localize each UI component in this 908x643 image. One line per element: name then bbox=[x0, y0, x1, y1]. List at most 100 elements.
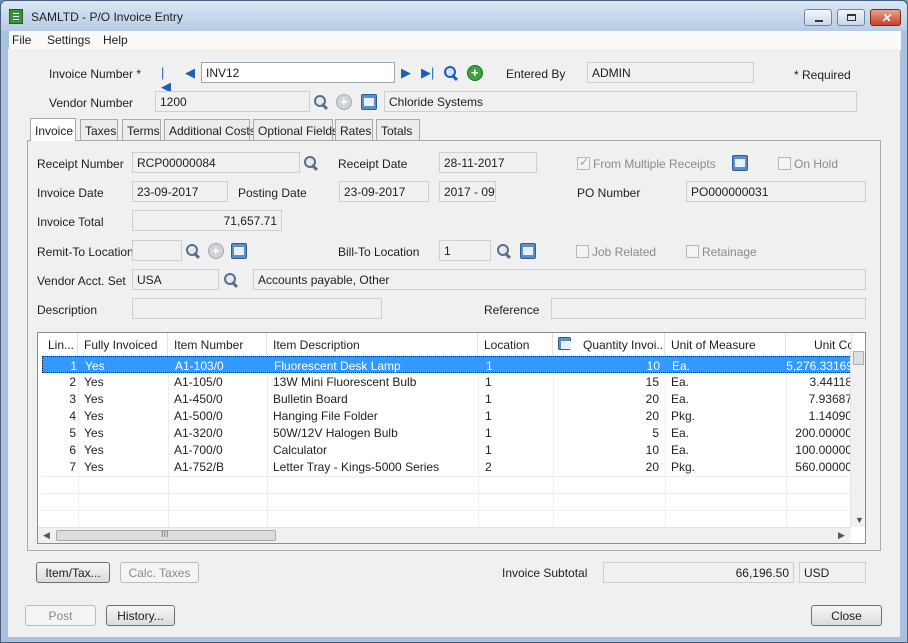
cell-qty[interactable]: 15 bbox=[559, 375, 659, 389]
menu-settings[interactable]: Settings bbox=[47, 33, 90, 47]
cell-desc[interactable]: Letter Tray - Kings-5000 Series bbox=[273, 460, 478, 474]
cell-item[interactable]: A1-700/0 bbox=[174, 443, 269, 457]
cell-loc[interactable]: 1 bbox=[485, 426, 555, 440]
invoice-number-input[interactable]: INV12 bbox=[201, 62, 395, 83]
bill-to-finder-icon[interactable] bbox=[496, 243, 512, 259]
cell-desc[interactable]: 13W Mini Fluorescent Bulb bbox=[273, 375, 478, 389]
cell-uom[interactable]: Ea. bbox=[671, 375, 786, 389]
cell-desc[interactable]: Fluorescent Desk Lamp bbox=[274, 359, 479, 373]
cell-uom[interactable]: Pkg. bbox=[671, 460, 786, 474]
col-header-item-description[interactable]: Item Description bbox=[267, 333, 478, 356]
retainage-checkbox[interactable] bbox=[686, 245, 699, 258]
vendor-drilldown-icon[interactable] bbox=[361, 94, 377, 110]
cell-qty[interactable]: 5 bbox=[559, 426, 659, 440]
cell-loc[interactable]: 2 bbox=[485, 460, 555, 474]
cell-loc[interactable]: 1 bbox=[485, 392, 555, 406]
cell-cost[interactable]: 100.00000 bbox=[782, 443, 852, 457]
tab-additional-costs[interactable]: Additional Costs bbox=[164, 119, 256, 141]
quantity-column-icon[interactable] bbox=[558, 337, 571, 350]
receipts-drilldown-icon[interactable] bbox=[732, 155, 748, 171]
vertical-scrollbar[interactable]: ▼ bbox=[850, 351, 865, 527]
tab-taxes[interactable]: Taxes bbox=[80, 119, 118, 141]
tab-rates[interactable]: Rates bbox=[335, 119, 373, 141]
table-row[interactable]: 1 Yes A1-103/0 Fluorescent Desk Lamp 1 10 Ea. 5… bbox=[42, 356, 853, 373]
menu-help[interactable]: Help bbox=[103, 33, 128, 47]
previous-record-icon[interactable]: ◀ bbox=[185, 66, 195, 80]
vertical-scroll-thumb[interactable] bbox=[853, 351, 864, 365]
item-tax-button[interactable]: Item/Tax... bbox=[36, 562, 110, 583]
cell-cost[interactable]: 3.44118 bbox=[782, 375, 853, 389]
col-header-unit-of-measure[interactable]: Unit of Measure bbox=[665, 333, 786, 356]
job-related-checkbox[interactable] bbox=[576, 245, 589, 258]
tab-totals[interactable]: Totals bbox=[376, 119, 420, 141]
remit-to-finder-icon[interactable] bbox=[185, 243, 201, 259]
cell-loc[interactable]: 1 bbox=[485, 443, 555, 457]
cell-item[interactable]: A1-450/0 bbox=[174, 392, 269, 406]
post-button[interactable]: Post bbox=[25, 605, 96, 626]
cell-qty[interactable]: 20 bbox=[559, 460, 659, 474]
cell-uom[interactable]: Pkg. bbox=[671, 409, 786, 423]
menu-file[interactable]: File bbox=[12, 33, 31, 47]
close-button[interactable]: Close bbox=[811, 605, 882, 626]
cell-line[interactable]: 2 bbox=[42, 375, 76, 389]
cell-uom[interactable]: Ea. bbox=[671, 426, 786, 440]
cell-item[interactable]: A1-103/0 bbox=[175, 359, 270, 373]
cell-line[interactable]: 5 bbox=[42, 426, 76, 440]
cell-fully[interactable]: Yes bbox=[84, 409, 170, 423]
cell-qty[interactable]: 10 bbox=[559, 443, 659, 457]
scroll-right-icon[interactable]: ▶ bbox=[838, 530, 845, 541]
bill-to-drilldown-icon[interactable] bbox=[520, 243, 536, 259]
cell-cost[interactable]: 560.00000 bbox=[782, 460, 852, 474]
cell-item[interactable]: A1-320/0 bbox=[174, 426, 269, 440]
cell-cost[interactable]: 1.14090 bbox=[782, 409, 852, 423]
cell-fully[interactable]: Yes bbox=[84, 375, 170, 389]
scroll-down-icon[interactable]: ▼ bbox=[855, 515, 864, 525]
cell-line[interactable]: 3 bbox=[42, 392, 76, 406]
horizontal-scroll-thumb[interactable]: III bbox=[56, 529, 276, 541]
table-row[interactable]: 5 Yes A1-320/0 50W/12V Halogen Bulb 1 5 Ea. 200… bbox=[42, 424, 852, 441]
on-hold-checkbox[interactable] bbox=[778, 157, 791, 170]
new-remit-to-icon[interactable] bbox=[208, 243, 224, 259]
maximize-button[interactable] bbox=[837, 9, 865, 26]
cell-loc[interactable]: 1 bbox=[485, 409, 555, 423]
cell-uom[interactable]: Ea. bbox=[671, 443, 786, 457]
cell-item[interactable]: A1-500/0 bbox=[174, 409, 269, 423]
cell-line[interactable]: 1 bbox=[43, 359, 77, 373]
calc-taxes-button[interactable]: Calc. Taxes bbox=[120, 562, 199, 583]
detail-lines-grid[interactable]: Lin... Fully Invoiced Item Number Item D… bbox=[37, 332, 866, 544]
new-invoice-icon[interactable] bbox=[467, 65, 483, 81]
cell-item[interactable]: A1-752/B bbox=[174, 460, 269, 474]
cell-line[interactable]: 4 bbox=[42, 409, 76, 423]
from-multiple-receipts-checkbox[interactable] bbox=[577, 155, 590, 170]
receipt-finder-icon[interactable] bbox=[303, 155, 319, 171]
cell-line[interactable]: 6 bbox=[42, 443, 76, 457]
cell-qty[interactable]: 10 bbox=[560, 359, 660, 373]
cell-item[interactable]: A1-105/0 bbox=[174, 375, 269, 389]
cell-loc[interactable]: 1 bbox=[486, 359, 556, 373]
vendor-acct-set-finder-icon[interactable] bbox=[223, 272, 239, 288]
last-record-icon[interactable]: ▶| bbox=[421, 66, 435, 80]
cell-loc[interactable]: 1 bbox=[485, 375, 555, 389]
cell-desc[interactable]: Hanging File Folder bbox=[273, 409, 478, 423]
cell-fully[interactable]: Yes bbox=[84, 392, 170, 406]
cell-desc[interactable]: Calculator bbox=[273, 443, 478, 457]
table-row[interactable]: 7 Yes A1-752/B Letter Tray - Kings-5000 Ser… bbox=[42, 458, 852, 475]
cell-qty[interactable]: 20 bbox=[559, 392, 659, 406]
cell-uom[interactable]: Ea. bbox=[672, 359, 787, 373]
invoice-finder-icon[interactable] bbox=[443, 65, 459, 81]
horizontal-scrollbar[interactable]: ◀ III ▶ bbox=[38, 527, 851, 543]
cell-fully[interactable]: Yes bbox=[84, 443, 170, 457]
col-header-item-number[interactable]: Item Number bbox=[168, 333, 267, 356]
tab-optional-fields[interactable]: Optional Fields bbox=[253, 119, 338, 141]
new-vendor-icon[interactable] bbox=[336, 94, 352, 110]
remit-to-drilldown-icon[interactable] bbox=[231, 243, 247, 259]
col-header-line[interactable]: Lin... bbox=[38, 333, 78, 356]
first-record-icon[interactable]: |◀ bbox=[161, 66, 171, 94]
tab-terms[interactable]: Terms bbox=[122, 119, 161, 141]
table-row[interactable]: 4 Yes A1-500/0 Hanging File Folder 1 20 Pkg. 1.… bbox=[42, 407, 852, 424]
cell-desc[interactable]: 50W/12V Halogen Bulb bbox=[273, 426, 478, 440]
cell-cost[interactable]: 5,276.33169 bbox=[783, 359, 853, 373]
cell-fully[interactable]: Yes bbox=[85, 359, 171, 373]
next-record-icon[interactable]: ▶ bbox=[401, 66, 411, 80]
cell-uom[interactable]: Ea. bbox=[671, 392, 786, 406]
